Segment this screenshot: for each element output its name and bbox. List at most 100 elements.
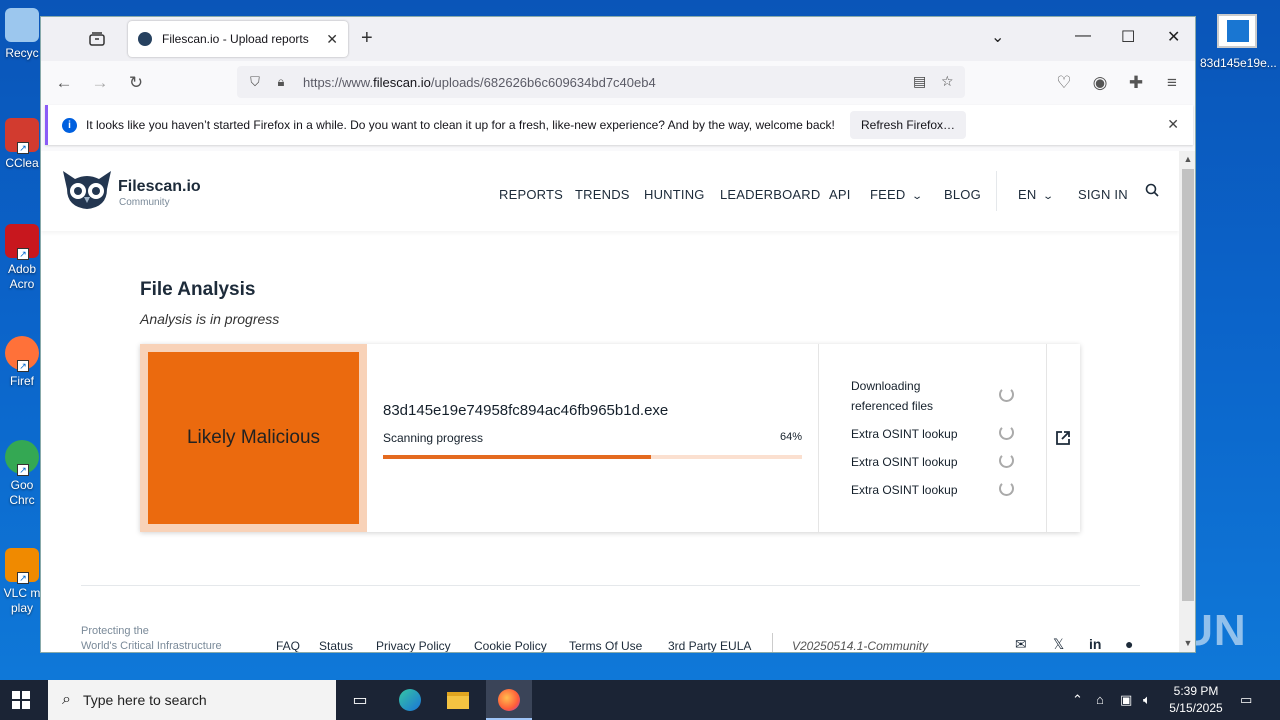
- firefox-taskbar-icon[interactable]: [489, 686, 529, 714]
- system-clock[interactable]: 5:39 PM 5/15/2025: [1166, 683, 1226, 717]
- footer-link-terms[interactable]: Terms Of Use: [569, 639, 642, 652]
- windows-start-icon[interactable]: [12, 691, 30, 709]
- tracking-protection-icon[interactable]: ⛉: [245, 74, 265, 90]
- nav-blog[interactable]: BLOG: [944, 187, 981, 202]
- close-window-icon[interactable]: ✕: [1167, 27, 1180, 47]
- notifications-icon[interactable]: ▭: [1240, 692, 1252, 708]
- footer-link-privacy[interactable]: Privacy Policy: [376, 639, 451, 652]
- tab-close-icon[interactable]: ✕: [326, 31, 338, 48]
- x-twitter-icon[interactable]: 𝕏: [1053, 636, 1064, 652]
- nav-bar: ← → ↻ ⛉ 🔒︎ https://www.filescan.io/uploa…: [41, 61, 1195, 105]
- recycle-bin-icon: [5, 8, 39, 42]
- loading-spinner-icon: [999, 387, 1014, 402]
- maximize-icon[interactable]: ☐: [1121, 27, 1135, 47]
- progress-percent: 64%: [780, 431, 803, 443]
- task-osint-lookup: Extra OSINT lookup: [851, 455, 958, 469]
- nav-hunting[interactable]: HUNTING: [644, 187, 705, 202]
- menu-divider: [996, 171, 997, 211]
- footer-link-faq[interactable]: FAQ: [276, 639, 300, 652]
- scroll-down-icon[interactable]: ▼: [1179, 638, 1195, 652]
- brand-edition: Community: [119, 197, 170, 208]
- reader-mode-icon[interactable]: ▤: [913, 73, 926, 90]
- tab-title: Filescan.io - Upload reports: [162, 32, 309, 46]
- taskbar-search-box[interactable]: ⌕ Type here to search: [48, 680, 336, 720]
- desktop-icon-label: Recyc: [5, 46, 39, 60]
- nav-api[interactable]: API: [829, 187, 851, 202]
- account-icon[interactable]: ◉: [1089, 73, 1111, 93]
- desktop-icon-ccleaner[interactable]: ↗ CClea: [0, 118, 44, 171]
- minimize-icon[interactable]: —: [1075, 27, 1091, 45]
- sign-in-link[interactable]: SIGN IN: [1078, 187, 1128, 202]
- firefox-window: Filescan.io - Upload reports ✕ + ⌄ — ☐ ✕…: [40, 16, 1196, 653]
- desktop-icon-chrome[interactable]: ↗ Goo Chrc: [0, 440, 44, 508]
- nav-feed[interactable]: FEED ⌄: [870, 187, 924, 202]
- extensions-icon[interactable]: ✚: [1125, 73, 1147, 93]
- network-icon[interactable]: ▣: [1120, 692, 1132, 708]
- edge-icon[interactable]: [390, 686, 430, 714]
- footer-link-status[interactable]: Status: [319, 639, 353, 652]
- linkedin-icon[interactable]: in: [1089, 636, 1101, 652]
- footer-divider: [81, 585, 1140, 586]
- tab-bar: Filescan.io - Upload reports ✕ + ⌄ — ☐ ✕: [41, 17, 1195, 61]
- desktop-icon-label: Adob Acro: [7, 262, 37, 291]
- show-hidden-icons-icon[interactable]: ⌃: [1072, 692, 1083, 708]
- loading-spinner-icon: [999, 453, 1014, 468]
- nav-reports[interactable]: REPORTS: [499, 187, 563, 202]
- verdict-frame: Likely Malicious: [140, 344, 367, 532]
- desktop-icon-label: 83d145e19e...: [1200, 56, 1277, 70]
- scroll-up-icon[interactable]: ▲: [1179, 151, 1195, 167]
- analysis-status: Analysis is in progress: [140, 311, 280, 327]
- address-bar[interactable]: ⛉ 🔒︎ https://www.filescan.io/uploads/682…: [237, 66, 965, 98]
- desktop-icon-recycle-bin[interactable]: Recyc: [0, 8, 44, 61]
- email-icon[interactable]: ✉: [1015, 636, 1027, 652]
- desktop-icon-label: Goo Chrc: [9, 478, 35, 507]
- chrome-icon: ↗: [5, 440, 39, 476]
- new-tab-icon[interactable]: +: [361, 27, 373, 50]
- desktop-icon-sample-file[interactable]: 83d145e19e...: [1200, 14, 1277, 70]
- shortcut-arrow-icon: ↗: [17, 248, 29, 260]
- github-icon[interactable]: ●: [1125, 636, 1133, 652]
- desktop-icon-acrobat[interactable]: ↗ Adob Acro: [0, 224, 44, 292]
- pocket-icon[interactable]: ♡: [1053, 73, 1075, 93]
- desktop-icon-vlc[interactable]: ↗ VLC m play: [0, 548, 44, 616]
- footer-link-cookie[interactable]: Cookie Policy: [474, 639, 547, 652]
- open-external-icon[interactable]: [1055, 430, 1071, 446]
- progress-bar: [383, 455, 802, 459]
- lock-icon[interactable]: 🔒︎: [271, 74, 291, 90]
- forward-icon[interactable]: →: [89, 73, 111, 93]
- menu-icon[interactable]: ≡: [1161, 73, 1183, 93]
- taskbar: ⌕ Type here to search ▭ ⌃ ⌂ ▣ 🔈︎ 5:39 PM…: [0, 680, 1280, 720]
- filescan-owl-logo-icon[interactable]: [61, 169, 113, 211]
- nav-trends[interactable]: TRENDS: [575, 187, 630, 202]
- firefox-refresh-notice: i It looks like you haven’t started Fire…: [45, 105, 1193, 145]
- tab-filescan[interactable]: Filescan.io - Upload reports ✕: [128, 21, 348, 57]
- nav-leaderboard[interactable]: LEADERBOARD: [720, 187, 820, 202]
- desktop-icon-label: VLC m play: [3, 586, 41, 615]
- page-title: File Analysis: [140, 279, 256, 300]
- desktop-icon-label: Firef: [10, 374, 34, 388]
- language-select[interactable]: EN ⌄: [1018, 187, 1055, 202]
- task-view-icon[interactable]: ▭: [340, 686, 380, 714]
- footer-separator: [772, 633, 773, 652]
- file-explorer-icon[interactable]: [438, 686, 478, 714]
- desktop-icon-firefox[interactable]: ↗ Firef: [0, 336, 44, 389]
- ccleaner-icon: ↗: [5, 118, 39, 154]
- volume-icon[interactable]: 🔈︎: [1143, 692, 1151, 708]
- page-scrollbar[interactable]: ▲ ▼: [1179, 151, 1195, 652]
- shortcut-arrow-icon: ↗: [17, 360, 29, 372]
- back-icon[interactable]: ←: [53, 73, 75, 93]
- close-notice-icon[interactable]: ✕: [1167, 116, 1179, 133]
- reload-icon[interactable]: ↻: [125, 73, 147, 93]
- refresh-firefox-button[interactable]: Refresh Firefox…: [850, 111, 967, 139]
- list-all-tabs-icon[interactable]: ⌄: [991, 27, 1004, 47]
- app-version: V20250514.1-Community: [792, 639, 929, 653]
- shortcut-arrow-icon: ↗: [17, 464, 29, 476]
- search-icon[interactable]: [1145, 183, 1159, 200]
- scrollbar-thumb[interactable]: [1182, 169, 1194, 601]
- firefox-view-icon[interactable]: [87, 29, 107, 49]
- bookmark-star-icon[interactable]: ☆: [941, 73, 954, 90]
- device-icon[interactable]: ⌂: [1096, 692, 1104, 707]
- footer-link-eula[interactable]: 3rd Party EULA: [668, 639, 751, 652]
- brand-name[interactable]: Filescan.io: [118, 178, 201, 196]
- chevron-down-icon: ⌄: [911, 191, 924, 202]
